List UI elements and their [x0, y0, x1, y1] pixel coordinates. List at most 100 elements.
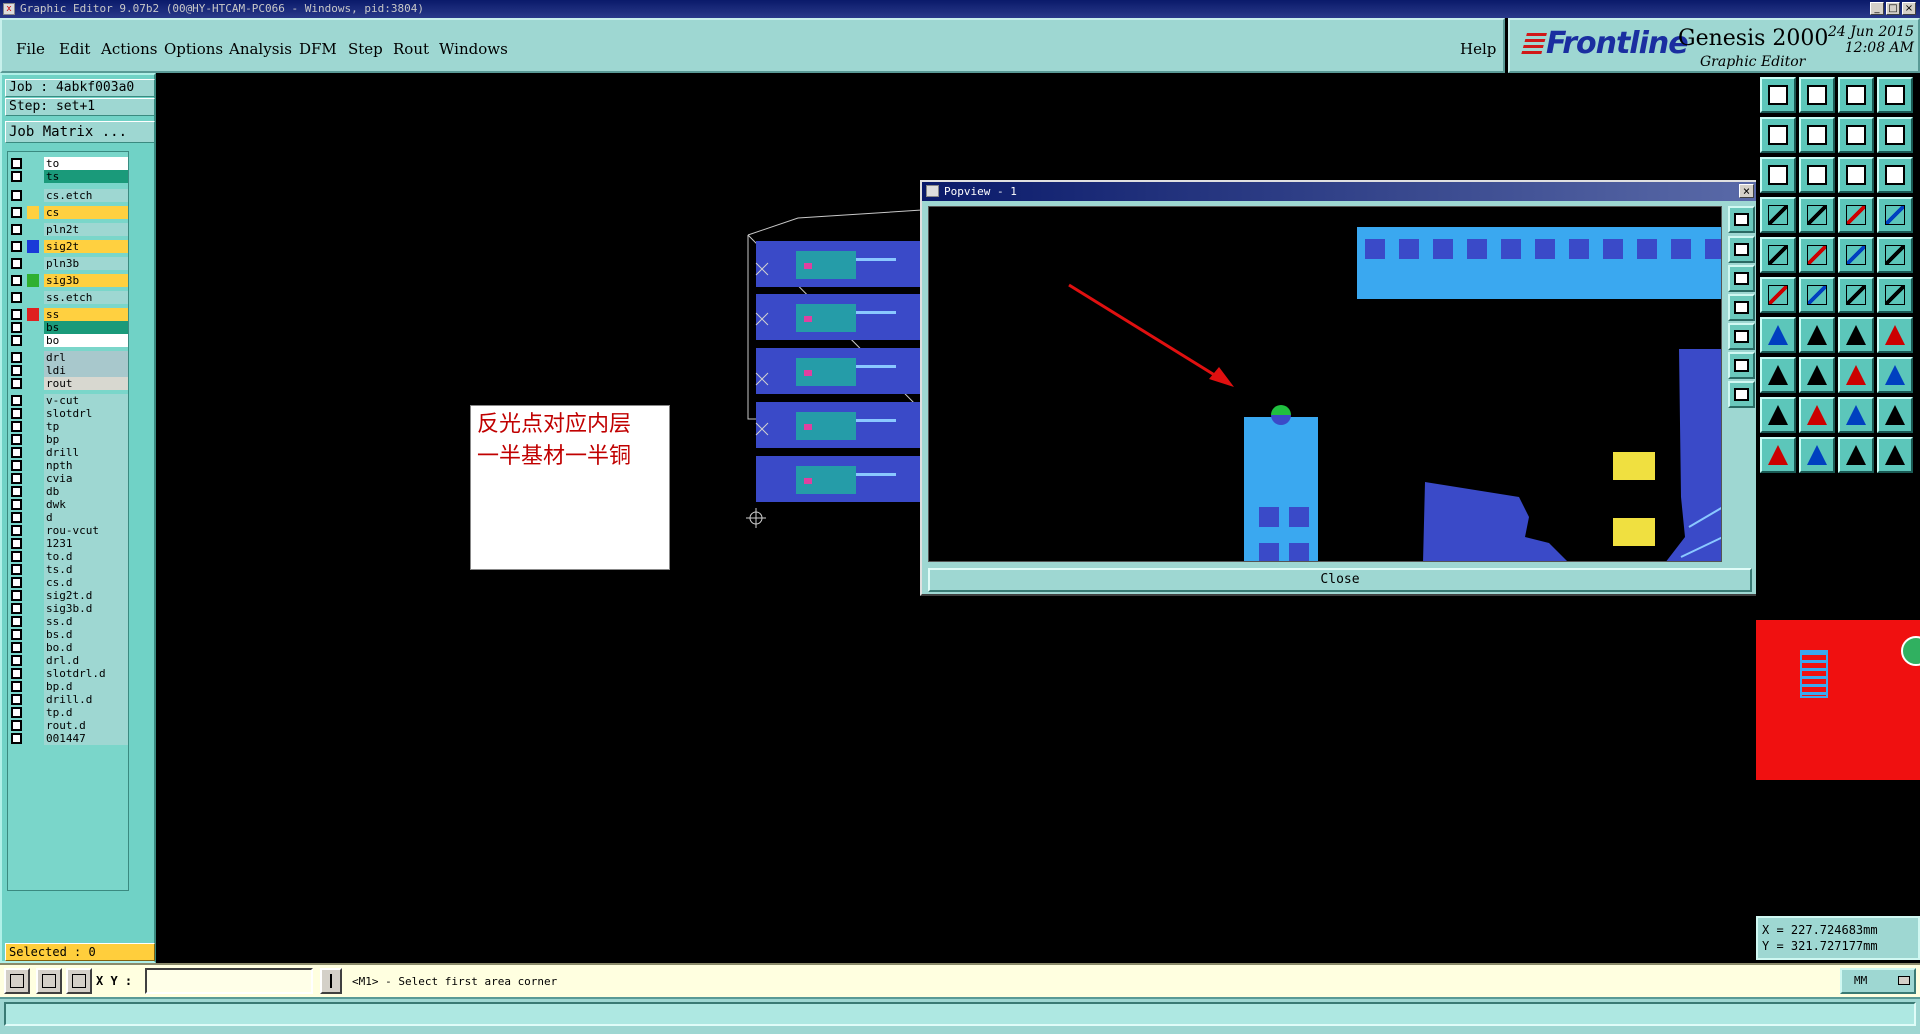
tool-button-8[interactable]: [1877, 117, 1913, 153]
layer-checkbox[interactable]: [11, 365, 22, 376]
tool-button-25[interactable]: [1760, 317, 1796, 353]
tool-button-7[interactable]: [1838, 117, 1874, 153]
tool-button-9[interactable]: [1760, 157, 1796, 193]
minimize-button[interactable]: _: [1870, 2, 1884, 15]
tool-button-39[interactable]: [1838, 437, 1874, 473]
measure-mode-button[interactable]: [36, 968, 62, 994]
layer-checkbox[interactable]: [11, 681, 22, 692]
layer-checkbox[interactable]: [11, 564, 22, 575]
menu-edit[interactable]: Edit: [59, 40, 90, 58]
tool-button-15[interactable]: [1838, 197, 1874, 233]
layer-checkbox[interactable]: [11, 538, 22, 549]
layer-checkbox[interactable]: [11, 421, 22, 432]
layer-checkbox[interactable]: [11, 590, 22, 601]
layer-row[interactable]: cs: [8, 205, 128, 220]
popview-view[interactable]: [928, 206, 1722, 562]
tool-button-24[interactable]: [1877, 277, 1913, 313]
layer-checkbox[interactable]: [11, 335, 22, 346]
layer-checkbox[interactable]: [11, 642, 22, 653]
tool-button-31[interactable]: [1838, 357, 1874, 393]
layer-checkbox[interactable]: [11, 434, 22, 445]
prompt-toggle-button[interactable]: [320, 968, 342, 994]
layer-checkbox[interactable]: [11, 473, 22, 484]
layer-row[interactable]: pln3b: [8, 256, 128, 271]
layer-row[interactable]: sig3b: [8, 273, 128, 288]
layer-checkbox[interactable]: [11, 395, 22, 406]
units-select[interactable]: MM: [1840, 968, 1916, 994]
tool-button-10[interactable]: [1799, 157, 1835, 193]
layer-row[interactable]: sig2t: [8, 239, 128, 254]
layer-row[interactable]: ts: [8, 169, 128, 184]
tool-button-1[interactable]: [1760, 77, 1796, 113]
tool-button-33[interactable]: [1760, 397, 1796, 433]
tool-button-11[interactable]: [1838, 157, 1874, 193]
tool-button-36[interactable]: [1877, 397, 1913, 433]
menu-options[interactable]: Options: [164, 40, 223, 58]
layer-checkbox[interactable]: [11, 322, 22, 333]
layer-row[interactable]: bo: [8, 333, 128, 348]
tool-button-32[interactable]: [1877, 357, 1913, 393]
tool-button-38[interactable]: [1799, 437, 1835, 473]
layer-checkbox[interactable]: [11, 694, 22, 705]
tool-button-6[interactable]: [1799, 117, 1835, 153]
menu-file[interactable]: File: [16, 40, 45, 58]
tool-button-19[interactable]: [1838, 237, 1874, 273]
menu-windows[interactable]: Windows: [439, 40, 508, 58]
tool-button-18[interactable]: [1799, 237, 1835, 273]
job-matrix-button[interactable]: Job Matrix ...: [5, 121, 155, 143]
popview-close-button[interactable]: Close: [928, 568, 1752, 592]
tool-button-40[interactable]: [1877, 437, 1913, 473]
tool-button-29[interactable]: [1760, 357, 1796, 393]
tool-button-23[interactable]: [1838, 277, 1874, 313]
layer-checkbox[interactable]: [11, 525, 22, 536]
snap-mode-button[interactable]: [4, 968, 30, 994]
menu-step[interactable]: Step: [348, 40, 383, 58]
xy-input[interactable]: [145, 968, 313, 994]
maximize-button[interactable]: □: [1886, 2, 1900, 15]
tool-button-14[interactable]: [1799, 197, 1835, 233]
menu-rout[interactable]: Rout: [393, 40, 429, 58]
tool-button-4[interactable]: [1877, 77, 1913, 113]
layer-checkbox[interactable]: [11, 352, 22, 363]
menu-actions[interactable]: Actions: [101, 40, 157, 58]
tool-button-30[interactable]: [1799, 357, 1835, 393]
close-window-button[interactable]: ×: [1902, 2, 1916, 15]
menu-help[interactable]: Help: [1460, 40, 1496, 58]
layer-row[interactable]: cs.etch: [8, 188, 128, 203]
popview-tool-2[interactable]: [1728, 236, 1755, 263]
popview-tool-7[interactable]: [1728, 381, 1755, 408]
layer-checkbox[interactable]: [11, 309, 22, 320]
layer-checkbox[interactable]: [11, 241, 22, 252]
tool-button-3[interactable]: [1838, 77, 1874, 113]
command-field[interactable]: [4, 1002, 1916, 1026]
layer-checkbox[interactable]: [11, 378, 22, 389]
popview-close-icon[interactable]: ×: [1739, 184, 1754, 198]
layer-checkbox[interactable]: [11, 447, 22, 458]
tool-button-17[interactable]: [1760, 237, 1796, 273]
popview-tool-3[interactable]: [1728, 265, 1755, 292]
grid-mode-button[interactable]: [66, 968, 92, 994]
tool-button-26[interactable]: [1799, 317, 1835, 353]
layer-checkbox[interactable]: [11, 207, 22, 218]
tool-button-27[interactable]: [1838, 317, 1874, 353]
layer-checkbox[interactable]: [11, 408, 22, 419]
layer-checkbox[interactable]: [11, 603, 22, 614]
layer-checkbox[interactable]: [11, 486, 22, 497]
tool-button-22[interactable]: [1799, 277, 1835, 313]
layer-checkbox[interactable]: [11, 512, 22, 523]
layer-checkbox[interactable]: [11, 171, 22, 182]
layer-checkbox[interactable]: [11, 158, 22, 169]
tool-button-21[interactable]: [1760, 277, 1796, 313]
tool-button-13[interactable]: [1760, 197, 1796, 233]
popview-tool-5[interactable]: [1728, 323, 1755, 350]
layer-checkbox[interactable]: [11, 224, 22, 235]
popview-tool-4[interactable]: [1728, 294, 1755, 321]
layer-checkbox[interactable]: [11, 460, 22, 471]
layer-checkbox[interactable]: [11, 733, 22, 744]
layer-row[interactable]: 001447: [8, 731, 128, 746]
layer-checkbox[interactable]: [11, 707, 22, 718]
layer-row[interactable]: ss.etch: [8, 290, 128, 305]
menu-analysis[interactable]: Analysis: [229, 40, 292, 58]
popview-tool-1[interactable]: [1728, 206, 1755, 233]
layer-checkbox[interactable]: [11, 551, 22, 562]
